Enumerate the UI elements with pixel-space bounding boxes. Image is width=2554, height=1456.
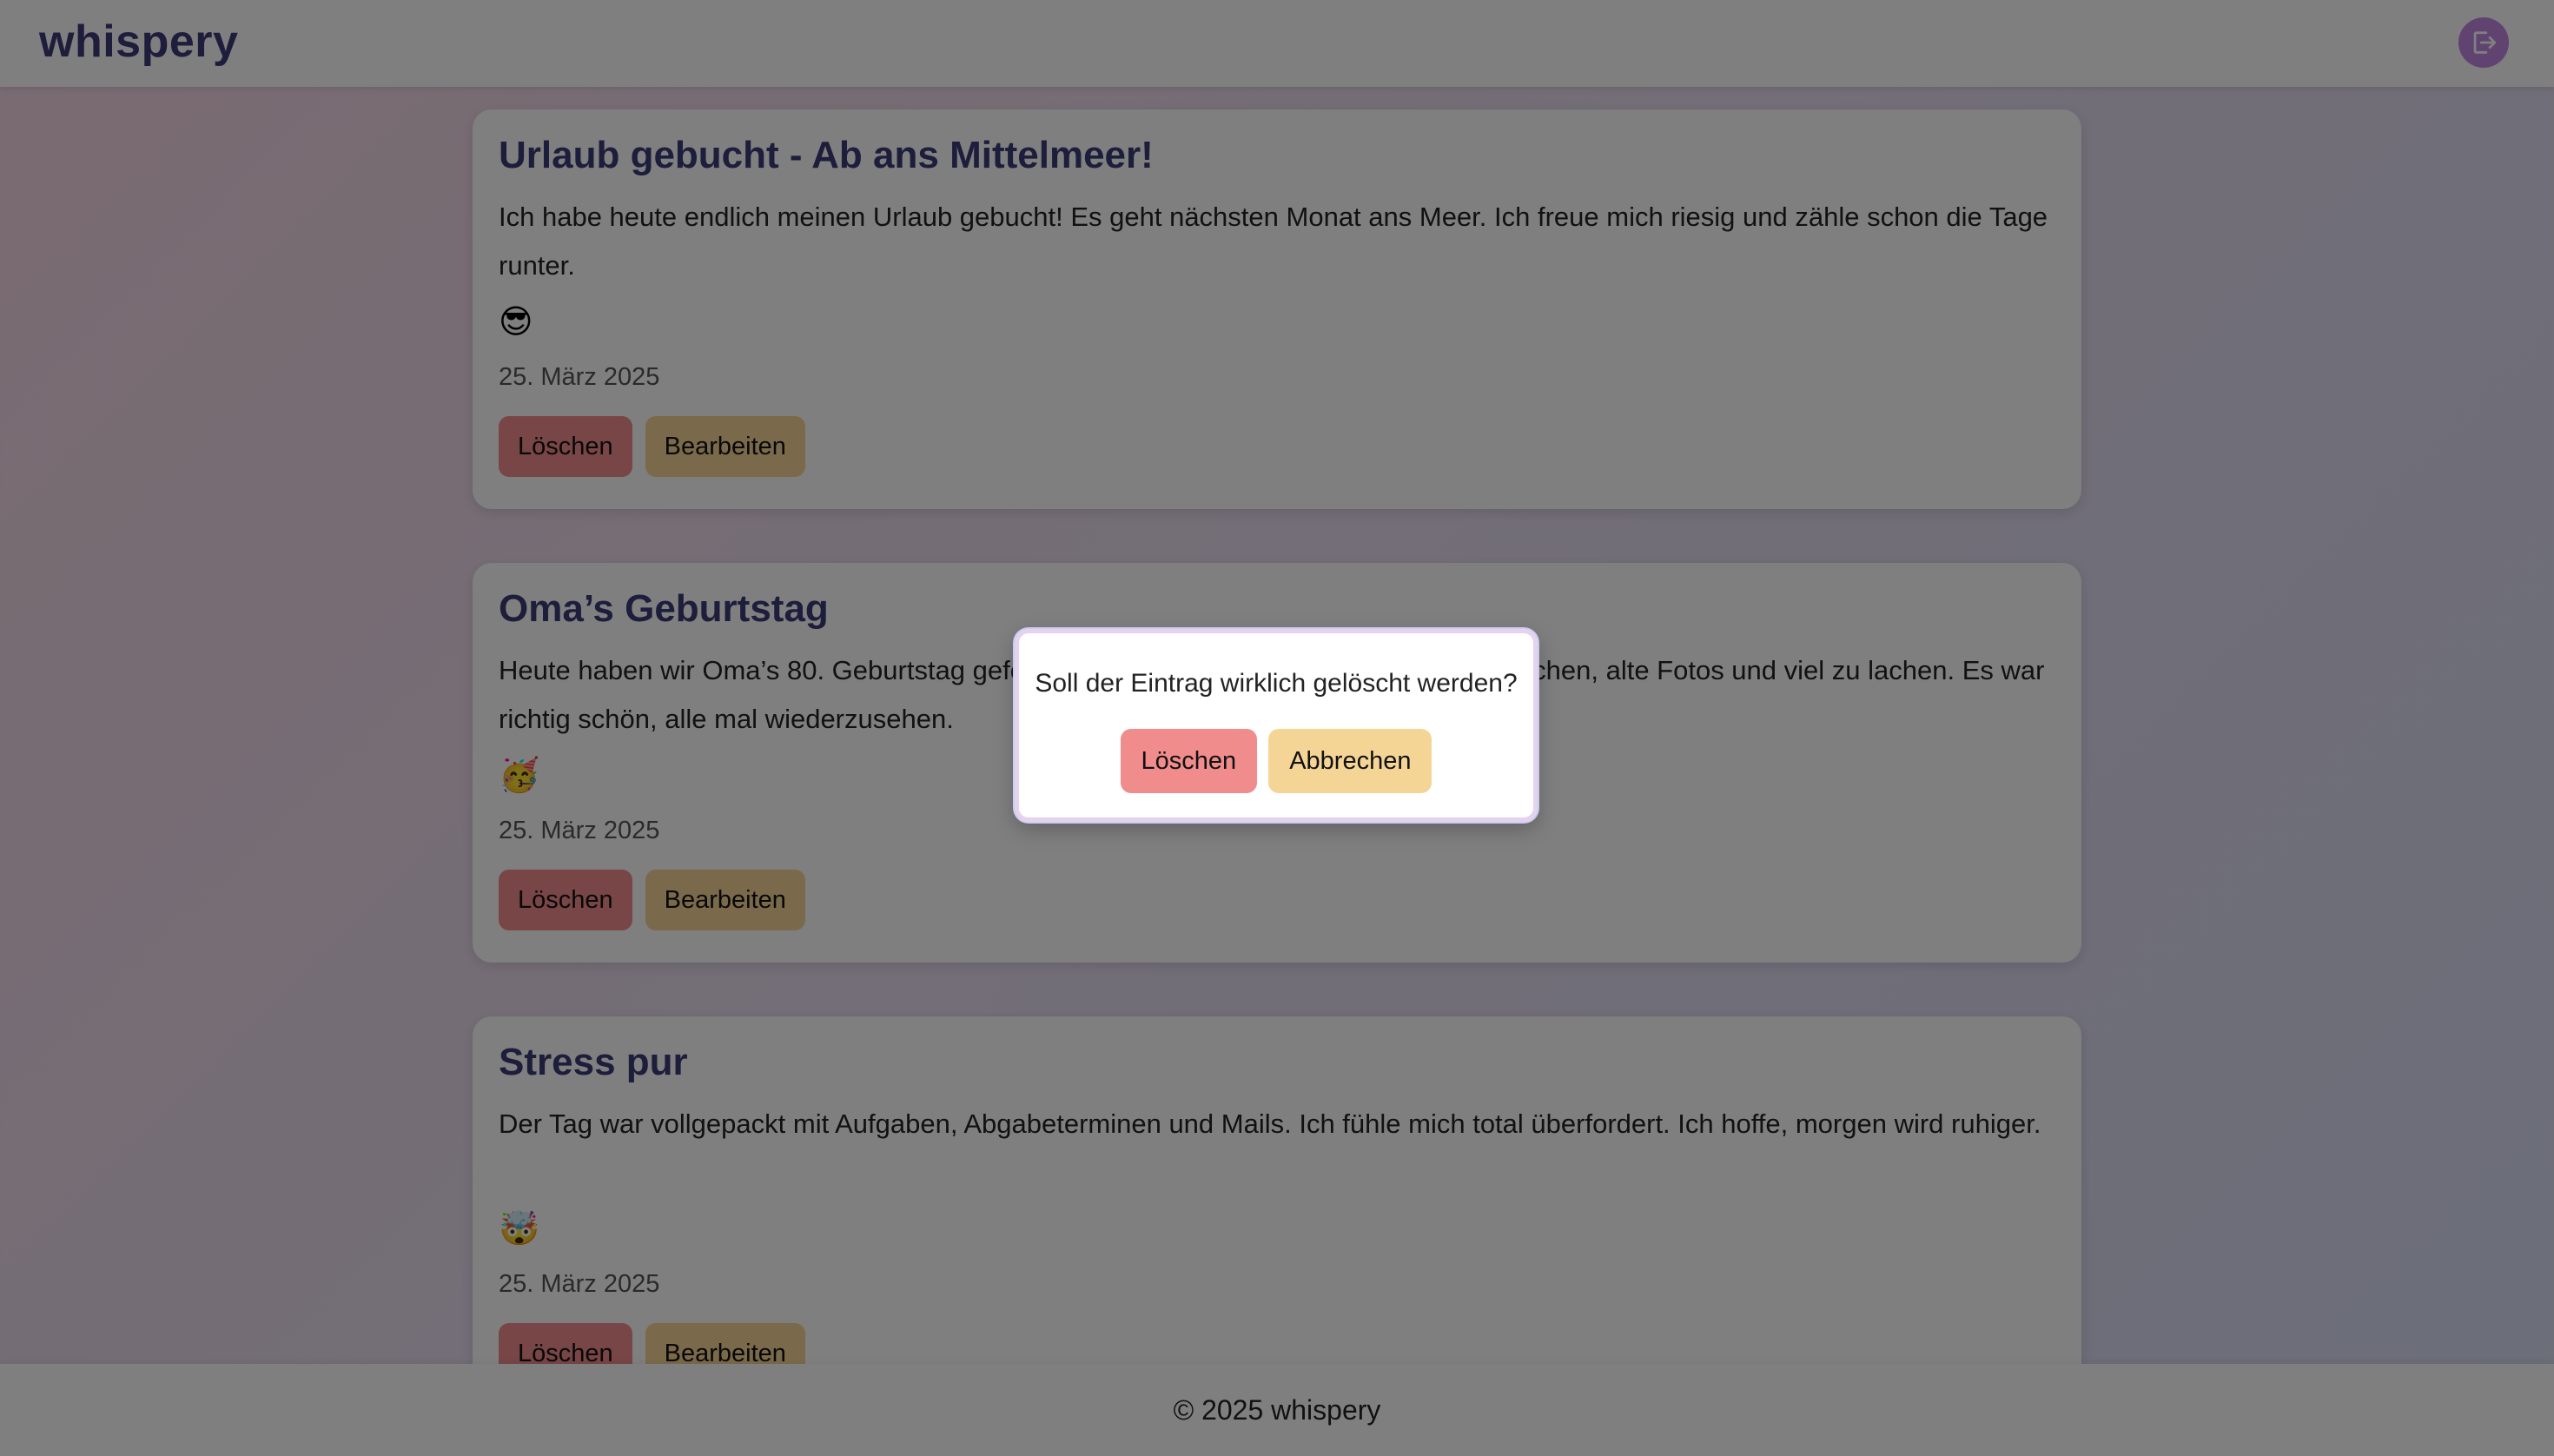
dialog-actions: Löschen Abbrechen [1019, 729, 1533, 793]
dialog-message: Soll der Eintrag wirklich gelöscht werde… [1035, 669, 1518, 698]
delete-confirm-dialog: Soll der Eintrag wirklich gelöscht werde… [1015, 629, 1538, 822]
confirm-delete-button[interactable]: Löschen [1120, 729, 1258, 793]
cancel-button[interactable]: Abbrechen [1268, 729, 1432, 793]
